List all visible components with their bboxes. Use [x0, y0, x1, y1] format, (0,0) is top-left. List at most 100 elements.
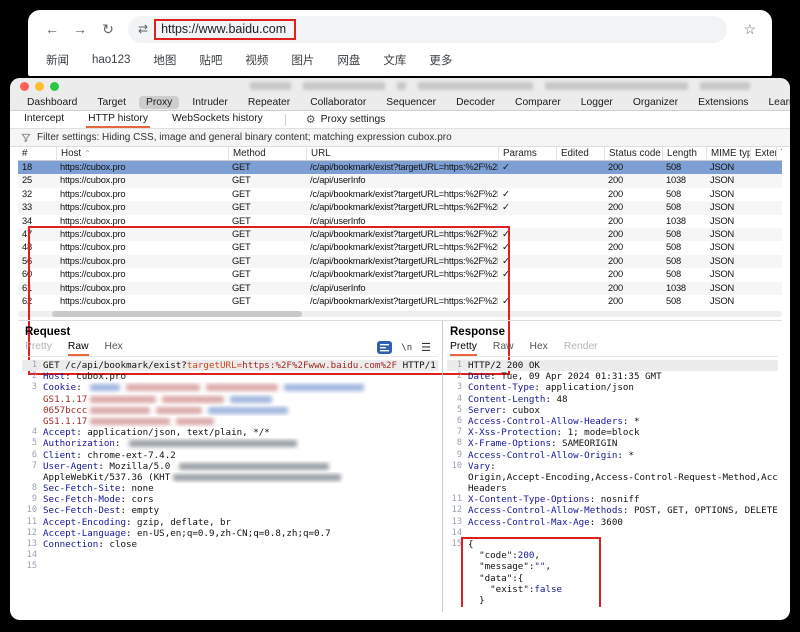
- column-header-mime-type[interactable]: MIME type: [706, 147, 750, 160]
- bookmark-link[interactable]: 视频: [245, 52, 268, 68]
- cell: 48: [18, 241, 56, 254]
- minimize-window-icon[interactable]: [35, 82, 44, 91]
- menu-icon[interactable]: ☰: [421, 341, 431, 354]
- code-line: 13Connection: close: [22, 539, 438, 550]
- main-tab-logger[interactable]: Logger: [574, 96, 620, 109]
- cell: 200: [604, 282, 662, 295]
- code-line: }: [447, 606, 778, 607]
- table-row[interactable]: 62https://cubox.proGET/c/api/bookmark/ex…: [18, 295, 782, 308]
- main-tab-extensions[interactable]: Extensions: [691, 96, 755, 109]
- cell: https://cubox.pro: [56, 255, 228, 268]
- cell: /c/api/bookmark/exist?targetURL=https:%2…: [306, 228, 498, 241]
- column-header-status-code[interactable]: Status code: [604, 147, 662, 160]
- line-number: 1: [22, 360, 37, 371]
- bookmark-link[interactable]: 文库: [383, 52, 406, 68]
- code-line: "message":"",: [447, 561, 778, 572]
- column-header-t[interactable]: T: [776, 147, 782, 160]
- cell: 200: [604, 161, 662, 174]
- request-editor[interactable]: 1GET /c/api/bookmark/exist?targetURL=htt…: [22, 360, 438, 607]
- address-bar[interactable]: ⇄ https://www.baidu.com: [128, 16, 727, 43]
- cell: [498, 282, 556, 295]
- code-line: 4Content-Length: 48: [447, 394, 778, 405]
- horizontal-scrollbar[interactable]: [18, 311, 782, 317]
- column-header--[interactable]: #: [18, 147, 56, 160]
- sub-tab-intercept[interactable]: Intercept: [22, 111, 66, 128]
- table-row[interactable]: 18https://cubox.proGET/c/api/bookmark/ex…: [18, 161, 782, 174]
- tab-pretty[interactable]: Pretty: [450, 341, 477, 356]
- tab-hex[interactable]: Hex: [105, 341, 123, 356]
- main-tab-proxy[interactable]: Proxy: [139, 96, 179, 109]
- sub-tab-websockets-history[interactable]: WebSockets history: [170, 111, 265, 128]
- reload-icon[interactable]: ↻: [100, 21, 116, 38]
- column-header-method[interactable]: Method: [228, 147, 306, 160]
- column-header-length[interactable]: Length: [662, 147, 706, 160]
- scrollbar-thumb[interactable]: [52, 311, 302, 317]
- bookmark-link[interactable]: 更多: [429, 52, 452, 68]
- column-header-extension[interactable]: Extension: [750, 147, 776, 160]
- bookmarks-bar: 新闻 hao123 地图 贴吧 视频 图片 网盘 文库 更多: [28, 48, 772, 72]
- back-icon[interactable]: ←: [44, 21, 60, 37]
- table-row[interactable]: 47https://cubox.proGET/c/api/bookmark/ex…: [18, 228, 782, 241]
- response-editor[interactable]: 1HTTP/2 200 OK2Date: Tue, 09 Apr 2024 01…: [447, 360, 778, 607]
- column-header-host[interactable]: Host⌃: [56, 147, 228, 160]
- table-row[interactable]: 34https://cubox.proGET/c/api/userInfo200…: [18, 215, 782, 228]
- history-table-header: #Host⌃MethodURLParamsEditedStatus codeLe…: [18, 147, 782, 161]
- main-tab-repeater[interactable]: Repeater: [241, 96, 297, 109]
- newline-toggle-icon[interactable]: \n: [401, 343, 412, 353]
- bookmark-link[interactable]: 图片: [291, 52, 314, 68]
- column-header-params[interactable]: Params: [498, 147, 556, 160]
- cell: 508: [662, 268, 706, 281]
- main-tab-organizer[interactable]: Organizer: [626, 96, 685, 109]
- main-tab-collaborator[interactable]: Collaborator: [303, 96, 373, 109]
- response-panel: Response PrettyRawHexRender 1HTTP/2 200 …: [443, 321, 782, 612]
- table-row[interactable]: 33https://cubox.proGET/c/api/bookmark/ex…: [18, 201, 782, 214]
- table-row[interactable]: 32https://cubox.proGET/c/api/bookmark/ex…: [18, 188, 782, 201]
- main-tab-intruder[interactable]: Intruder: [185, 96, 235, 109]
- bookmark-star-icon[interactable]: ☆: [743, 21, 756, 38]
- tab-raw[interactable]: Raw: [493, 341, 514, 356]
- bookmark-link[interactable]: hao123: [92, 54, 130, 66]
- close-window-icon[interactable]: [20, 82, 29, 91]
- main-tab-decoder[interactable]: Decoder: [449, 96, 502, 109]
- url-text[interactable]: https://www.baidu.com: [154, 19, 296, 40]
- cell: 508: [662, 161, 706, 174]
- request-tabs: Pretty Raw Hex: [25, 341, 123, 356]
- table-row[interactable]: 61https://cubox.proGET/c/api/userInfo200…: [18, 282, 782, 295]
- maximize-window-icon[interactable]: [50, 82, 59, 91]
- cell: [556, 161, 604, 174]
- main-tab-learn[interactable]: Learn: [761, 96, 790, 109]
- column-header-edited[interactable]: Edited: [556, 147, 604, 160]
- proxy-settings-button[interactable]: ⚙Proxy settings: [306, 113, 386, 126]
- redacted-blur: [90, 396, 156, 403]
- table-row[interactable]: 60https://cubox.proGET/c/api/bookmark/ex…: [18, 268, 782, 281]
- tab-raw[interactable]: Raw: [68, 341, 89, 356]
- table-row[interactable]: 56https://cubox.proGET/c/api/bookmark/ex…: [18, 255, 782, 268]
- forward-icon[interactable]: →: [72, 21, 88, 37]
- line-number: 12: [447, 505, 462, 516]
- line-number: [447, 472, 462, 483]
- cell: https://cubox.pro: [56, 188, 228, 201]
- tab-pretty[interactable]: Pretty: [25, 341, 52, 356]
- tab-render[interactable]: Render: [564, 341, 598, 356]
- cell: [750, 241, 776, 254]
- cell: /c/api/bookmark/exist?targetURL=https:%2…: [306, 295, 498, 308]
- cell: [776, 188, 782, 201]
- column-header-url[interactable]: URL: [306, 147, 498, 160]
- main-tab-sequencer[interactable]: Sequencer: [379, 96, 443, 109]
- inspector-icon[interactable]: [377, 341, 392, 354]
- bookmark-link[interactable]: 网盘: [337, 52, 360, 68]
- main-tab-comparer[interactable]: Comparer: [508, 96, 568, 109]
- table-row[interactable]: 48https://cubox.proGET/c/api/bookmark/ex…: [18, 241, 782, 254]
- tab-hex[interactable]: Hex: [530, 341, 548, 356]
- filter-bar[interactable]: Filter settings: Hiding CSS, image and g…: [10, 129, 790, 147]
- cell: GET: [228, 215, 306, 228]
- table-row[interactable]: 25https://cubox.proGET/c/api/userInfo200…: [18, 174, 782, 187]
- sub-tab-http-history[interactable]: HTTP history: [86, 111, 150, 128]
- main-tab-target[interactable]: Target: [90, 96, 133, 109]
- bookmark-link[interactable]: 新闻: [46, 52, 69, 68]
- site-info-icon[interactable]: ⇄: [138, 22, 148, 36]
- main-tab-dashboard[interactable]: Dashboard: [20, 96, 84, 109]
- line-number: 1: [447, 360, 462, 371]
- bookmark-link[interactable]: 贴吧: [199, 52, 222, 68]
- bookmark-link[interactable]: 地图: [153, 52, 176, 68]
